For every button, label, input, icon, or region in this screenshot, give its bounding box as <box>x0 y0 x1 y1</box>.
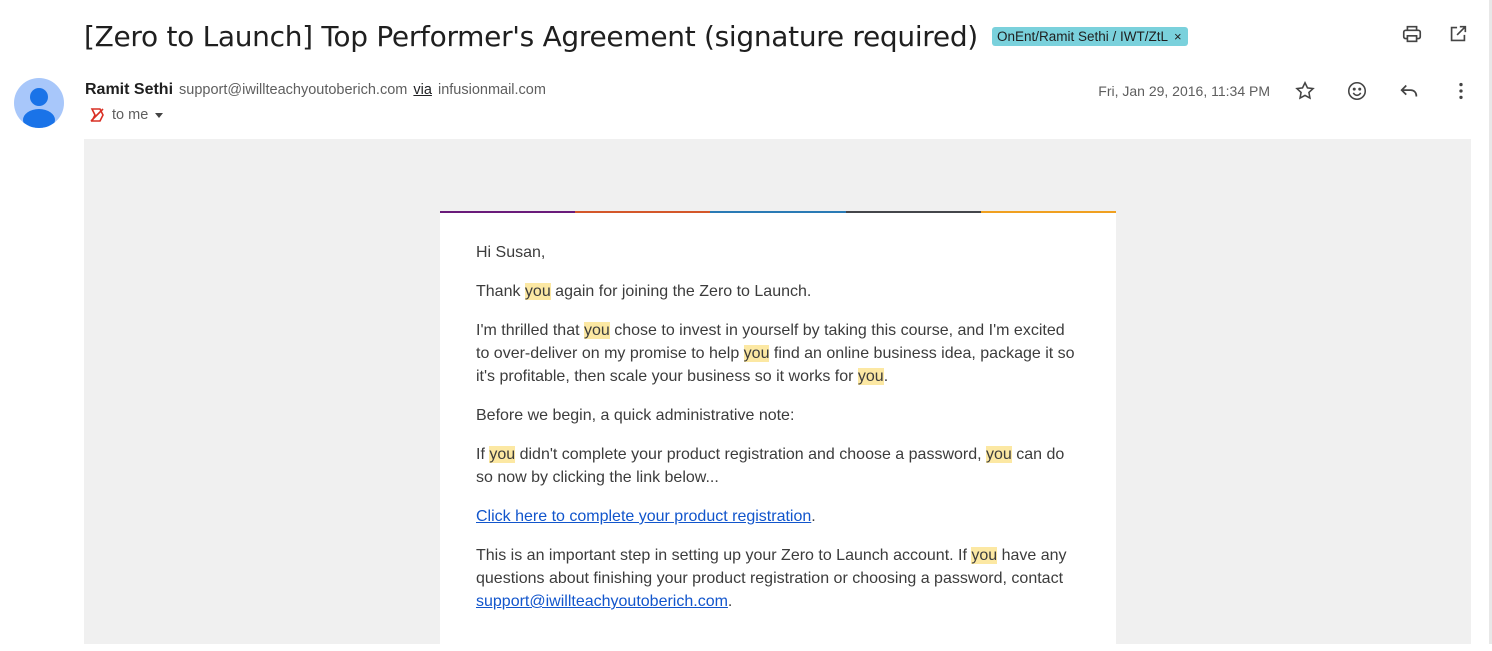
search-highlight: you <box>743 345 770 362</box>
via-link[interactable]: via <box>413 82 432 98</box>
search-highlight: you <box>986 446 1012 463</box>
search-highlight: you <box>489 446 516 463</box>
label-chip[interactable]: OnEnt/Ramit Sethi / IWT/ZtL × <box>991 26 1188 46</box>
sender-line: Ramit Sethi support@iwillteachyoutoberic… <box>85 81 546 99</box>
paragraph-support: This is an important step in setting up … <box>476 547 1067 610</box>
paragraph-link: Click here to complete your product regi… <box>476 508 816 525</box>
label-chip-text: OnEnt/Ramit Sethi / IWT/ZtL <box>996 28 1168 44</box>
recipient-line[interactable]: to me <box>88 106 164 124</box>
color-bar-segment <box>980 211 1117 213</box>
more-vert-icon[interactable] <box>1448 78 1474 104</box>
chevron-down-icon[interactable] <box>154 110 164 120</box>
search-highlight: you <box>524 283 551 300</box>
color-bar-segment <box>575 211 711 213</box>
subject-text: [Zero to Launch] Top Performer's Agreeme… <box>84 19 978 53</box>
email-content: Hi Susan, Thank you again for joining th… <box>440 213 1116 613</box>
paragraph-registration: If you didn't complete your product regi… <box>476 446 1065 486</box>
avatar[interactable] <box>14 78 64 128</box>
reply-icon[interactable] <box>1396 78 1422 104</box>
email-subject: [Zero to Launch] Top Performer's Agreeme… <box>84 16 1188 56</box>
sender-email: support@iwillteachyoutoberich.com <box>179 82 408 98</box>
important-marker-icon <box>90 108 104 122</box>
message-actions <box>1292 78 1474 104</box>
via-domain: infusionmail.com <box>437 82 546 98</box>
top-actions <box>1400 22 1470 46</box>
email-date: Fri, Jan 29, 2016, 11:34 PM <box>1098 83 1270 99</box>
paragraph-thanks: Thank you again for joining the Zero to … <box>476 283 812 300</box>
star-icon[interactable] <box>1292 78 1318 104</box>
color-bar-segment <box>845 211 981 213</box>
color-bar-segment <box>440 211 576 213</box>
support-email-link[interactable]: support@iwillteachyoutoberich.com <box>476 593 728 610</box>
search-highlight: you <box>857 368 884 385</box>
sender-name[interactable]: Ramit Sethi <box>85 81 173 98</box>
search-highlight: you <box>971 547 998 564</box>
color-bar-segment <box>710 211 846 213</box>
print-icon[interactable] <box>1400 22 1424 46</box>
color-bar <box>440 211 1117 213</box>
paragraph-admin-note: Before we begin, a quick administrative … <box>476 407 795 424</box>
email-card: Hi Susan, Thank you again for joining th… <box>440 211 1117 651</box>
search-highlight: you <box>583 322 610 339</box>
emoji-icon[interactable] <box>1344 78 1370 104</box>
greeting: Hi Susan, <box>476 244 546 261</box>
paragraph-thrilled: I'm thrilled that you chose to invest in… <box>476 322 1075 385</box>
registration-link[interactable]: Click here to complete your product regi… <box>476 508 811 525</box>
open-in-new-window-icon[interactable] <box>1446 22 1470 46</box>
to-label: to me <box>112 107 149 123</box>
remove-label-icon[interactable]: × <box>1174 29 1182 44</box>
email-body-frame: Hi Susan, Thank you again for joining th… <box>84 139 1471 651</box>
person-icon <box>23 88 55 128</box>
